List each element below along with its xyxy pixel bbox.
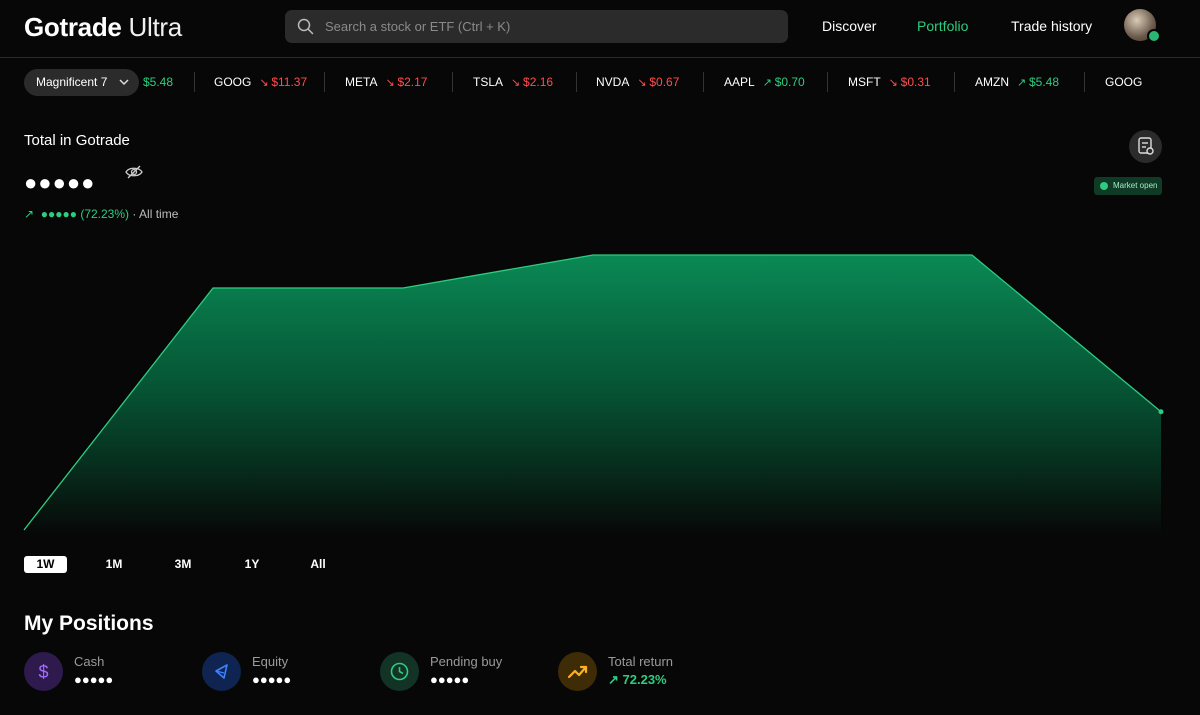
watchlist-dropdown[interactable]: Magnificent 7 [24,69,139,96]
range-1y-button[interactable]: 1Y [240,556,264,573]
ticker-item[interactable]: MSFT ↘ $0.31 [848,75,931,89]
dollar-icon: $ [24,652,63,691]
logo-light-text: Ultra [128,12,183,42]
ticker-item[interactable]: NVDA ↘ $0.67 [596,75,679,89]
chart-area-fill [24,255,1161,535]
range-1m-button[interactable]: 1M [102,556,126,573]
ticker-change: $0.70 [774,75,805,89]
ticker-divider [827,72,828,92]
position-value: ●●●●● [252,672,292,687]
report-button[interactable] [1129,130,1162,163]
ticker-divider [324,72,325,92]
gain-percent: (72.23%) [80,207,130,221]
position-value: ↗ 72.23% [608,672,667,688]
position-value: ●●●●● [74,672,114,687]
range-3m-button[interactable]: 3M [171,556,195,573]
arrow-down-icon: ↘ [385,77,395,89]
position-label: Pending buy [430,654,503,669]
ticker-change: $11.37 [271,75,308,89]
ticker-divider [1084,72,1085,92]
gain-period: · All time [132,207,179,221]
arrow-up-icon: ↗ [24,207,38,221]
position-label: Cash [74,654,105,669]
ticker-change: $2.16 [523,75,554,89]
ticker-change: $2.17 [397,75,428,89]
nav-trade-history[interactable]: Trade history [1011,18,1092,34]
ticker-item[interactable]: GOOG [1105,75,1142,89]
ticker-item[interactable]: META ↘ $2.17 [345,75,427,89]
ticker-item[interactable]: AAPL ↗ $0.70 [724,75,805,89]
ticker-item[interactable]: GOOG ↘ $11.37 [214,75,307,89]
search-input[interactable]: Search a stock or ETF (Ctrl + K) [285,10,788,43]
hidden-balance: ●●●●● [24,170,96,195]
trend-up-icon [558,652,597,691]
position-card-cash[interactable]: $ Cash ●●●●● [24,652,174,692]
watchlist-label: Magnificent 7 [36,75,108,89]
arrow-down-icon: ↘ [511,77,521,89]
total-label: Total in Gotrade [24,132,130,149]
position-card-pending-buy[interactable]: Pending buy ●●●●● [380,652,530,692]
ticker-divider [194,72,195,92]
gain-hidden-value: ●●●●● [40,207,77,221]
ticker-symbol: GOOG [214,75,252,89]
ticker-bar: Magnificent 7 $5.48 GOOG ↘ $11.37 META ↘ $2.… [0,62,1200,102]
ticker-symbol: TSLA [473,75,504,89]
market-status-badge: Market open [1094,177,1162,195]
arrow-down-icon: ↘ [637,77,647,89]
top-bar: Gotrade Ultra Search a stock or ETF (Ctr… [0,0,1200,58]
position-label: Total return [608,654,674,669]
arrow-down-icon: ↘ [888,77,898,89]
position-label: Equity [252,654,289,669]
verified-badge-icon [1147,29,1161,43]
range-1w-button[interactable]: 1W [24,556,67,573]
ticker-change: $0.31 [900,75,931,89]
ticker-divider [452,72,453,92]
search-placeholder: Search a stock or ETF (Ctrl + K) [325,19,511,34]
position-card-total-return[interactable]: Total return ↗ 72.23% [558,652,708,692]
ticker-symbol: NVDA [596,75,630,89]
nav-discover[interactable]: Discover [822,18,876,34]
svg-text:$: $ [38,662,48,682]
chevron-down-icon [119,79,129,86]
nav-portfolio[interactable]: Portfolio [917,18,968,34]
ticker-item[interactable]: TSLA ↘ $2.16 [473,75,553,89]
ticker-partial-change: $5.48 [143,75,174,89]
ticker-divider [703,72,704,92]
total-return-percent: 72.23% [622,672,667,687]
ticker-symbol: AMZN [975,75,1009,89]
arrow-down-icon: ↘ [259,77,269,89]
pie-chart-icon [202,652,241,691]
ticker-change: $5.48 [1029,75,1060,89]
range-all-button[interactable]: All [306,556,330,573]
ticker-symbol: META [345,75,378,89]
ticker-item[interactable]: AMZN ↗ $5.48 [975,75,1059,89]
positions-title: My Positions [24,612,154,635]
position-card-equity[interactable]: Equity ●●●●● [202,652,352,692]
ticker-divider [576,72,577,92]
ticker-symbol: MSFT [848,75,881,89]
clock-icon [380,652,419,691]
ticker-symbol: AAPL [724,75,755,89]
search-icon [297,18,314,35]
arrow-up-icon: ↗ [1017,77,1027,89]
eye-off-icon[interactable] [125,164,143,180]
portfolio-chart[interactable] [0,225,1200,545]
ticker-symbol: GOOG [1105,75,1143,89]
logo-bold-text: Gotrade [24,12,122,42]
report-icon [1138,137,1154,155]
ticker-change: $0.67 [649,75,680,89]
arrow-up-icon: ↗ [762,77,772,89]
all-time-gain: ↗ ●●●●● (72.23%) · All time [24,207,178,221]
ticker-divider [954,72,955,92]
arrow-up-icon: ↗ [608,672,623,687]
position-value: ●●●●● [430,672,470,687]
chart-end-point [1158,409,1164,415]
app-logo[interactable]: Gotrade Ultra [24,12,182,43]
